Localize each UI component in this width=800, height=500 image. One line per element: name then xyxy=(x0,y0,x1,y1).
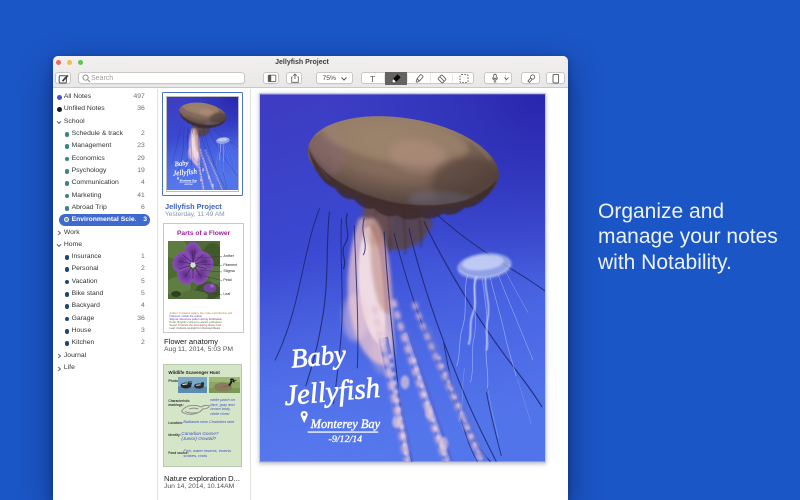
svg-text:Baby: Baby xyxy=(289,339,347,374)
svg-text:-9/12/14: -9/12/14 xyxy=(328,434,362,445)
svg-text:Monterey Bay: Monterey Bay xyxy=(309,417,380,431)
